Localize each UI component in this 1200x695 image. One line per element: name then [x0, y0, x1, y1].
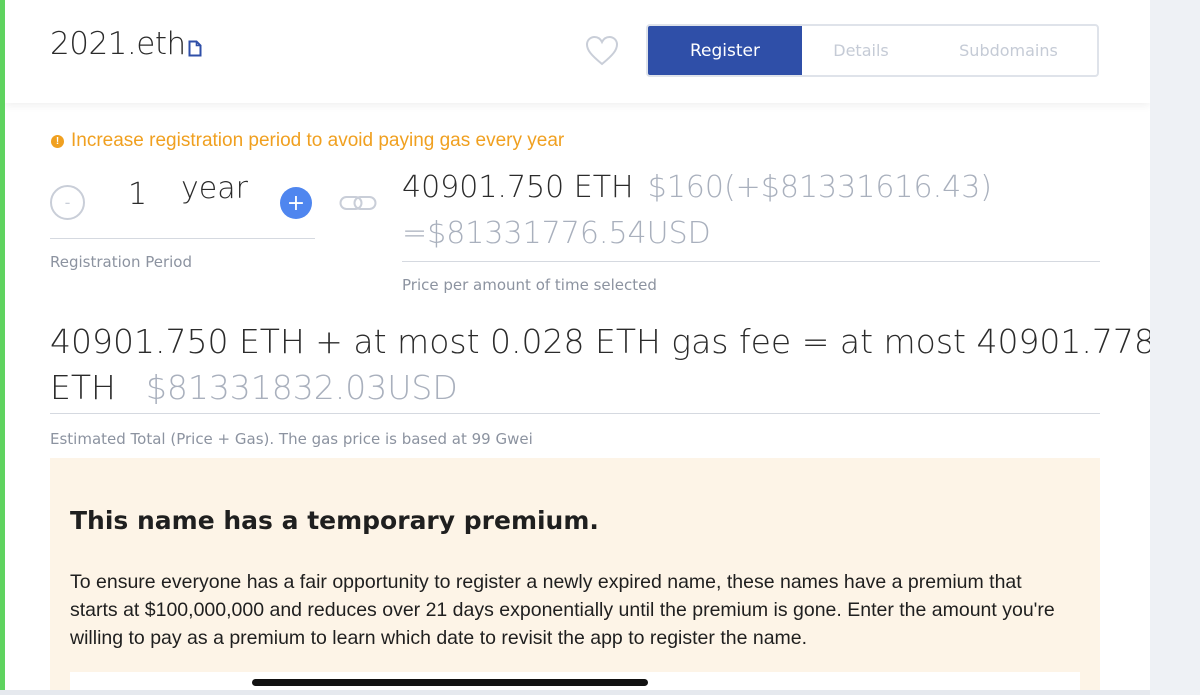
- name-header: 2021.eth Register Details Subdomains: [5, 0, 1150, 103]
- period-count: 1: [128, 177, 148, 212]
- price-eth: 40901.750 ETH: [402, 170, 634, 205]
- heart-icon[interactable]: [585, 35, 619, 67]
- price-label: Price per amount of time selected: [402, 276, 657, 294]
- total-eth-unit: ETH: [50, 368, 116, 407]
- total-estimate-line2: ETH $81331832.03USD: [50, 368, 458, 407]
- increase-period-button[interactable]: +: [280, 187, 312, 219]
- period-unit: year: [181, 171, 248, 206]
- name-page: 2021.eth Register Details Subdomains ! I…: [5, 0, 1150, 695]
- total-estimate: 40901.750 ETH + at most 0.028 ETH gas fe…: [50, 322, 1150, 361]
- decrease-period-button[interactable]: -: [50, 185, 85, 220]
- total-usd: $81331832.03USD: [145, 368, 458, 407]
- gas-warning: ! Increase registration period to avoid …: [51, 130, 564, 152]
- premium-description: To ensure everyone has a fair opportunit…: [70, 571, 1055, 649]
- price-divider: [402, 261, 1100, 262]
- period-underline: [50, 238, 315, 239]
- total-divider: [50, 413, 1100, 414]
- price-usd: $160(+$81331616.43): [647, 170, 992, 205]
- copy-icon[interactable]: [188, 40, 202, 57]
- period-label: Registration Period: [50, 253, 192, 271]
- home-indicator: [252, 679, 648, 686]
- price-value: 40901.750 ETH $160(+$81331616.43): [402, 170, 992, 205]
- gas-warning-text: Increase registration period to avoid pa…: [71, 130, 565, 151]
- tab-register[interactable]: Register: [648, 26, 802, 75]
- price-usd-total: =$81331776.54USD: [402, 216, 711, 251]
- tab-bar: Register Details Subdomains: [646, 24, 1099, 77]
- warning-icon: !: [51, 134, 64, 148]
- tab-subdomains[interactable]: Subdomains: [920, 26, 1097, 75]
- domain-title: 2021.eth: [50, 26, 186, 62]
- minus-symbol: -: [64, 193, 71, 212]
- bottom-edge: [0, 690, 1150, 695]
- premium-title: This name has a temporary premium.: [70, 506, 599, 535]
- plus-symbol: +: [286, 190, 306, 216]
- link-icon: [339, 196, 377, 210]
- tab-details[interactable]: Details: [802, 26, 920, 75]
- total-label: Estimated Total (Price + Gas). The gas p…: [50, 430, 533, 448]
- premium-notice: This name has a temporary premium. To en…: [50, 458, 1100, 695]
- right-gutter: [1150, 0, 1200, 695]
